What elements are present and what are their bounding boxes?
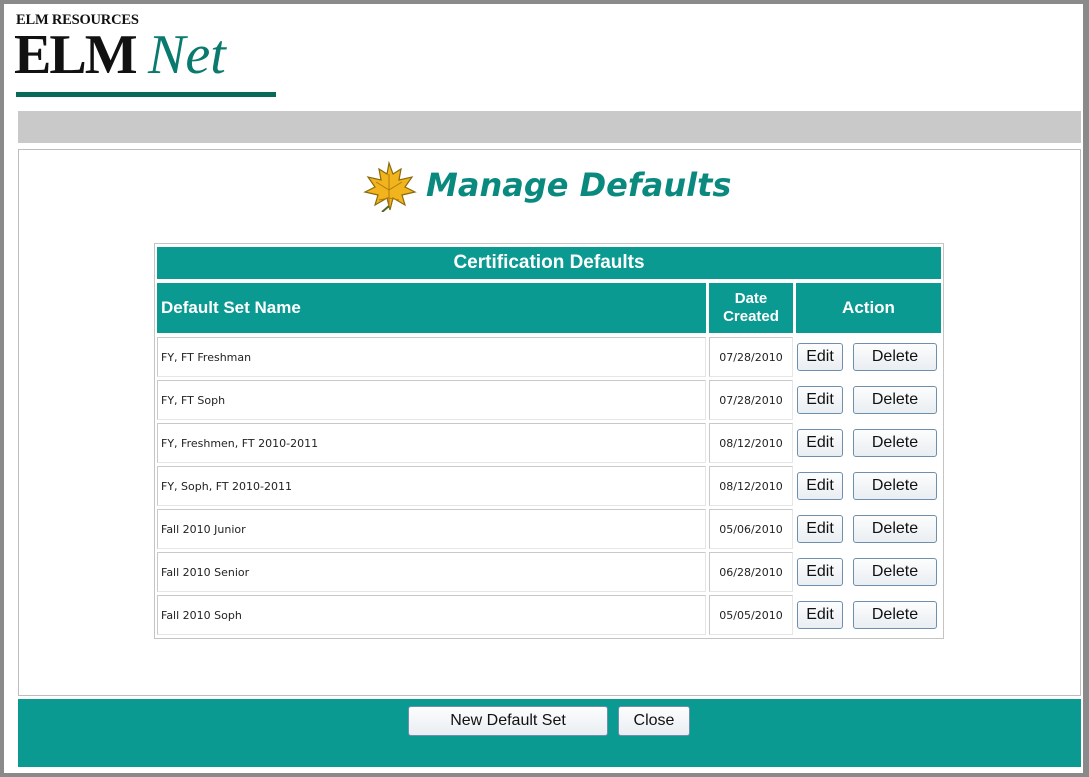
date-created: 07/28/2010 (709, 337, 793, 377)
edit-button[interactable]: Edit (797, 472, 843, 500)
delete-button[interactable]: Delete (853, 558, 937, 586)
default-set-name: FY, FT Soph (157, 380, 706, 420)
edit-button[interactable]: Edit (797, 558, 843, 586)
page-heading: Manage Defaults (360, 160, 760, 216)
default-set-name: FY, FT Freshman (157, 337, 706, 377)
date-created: 05/06/2010 (709, 509, 793, 549)
default-set-name: FY, Freshmen, FT 2010-2011 (157, 423, 706, 463)
default-set-name: Fall 2010 Senior (157, 552, 706, 592)
action-cell: Edit Delete (796, 337, 941, 377)
delete-button[interactable]: Delete (853, 515, 937, 543)
maple-leaf-icon (363, 160, 417, 212)
default-set-name: FY, Soph, FT 2010-2011 (157, 466, 706, 506)
table-row: Fall 2010 Soph 05/05/2010 Edit Delete (157, 595, 941, 635)
table-row: FY, FT Soph 07/28/2010 Edit Delete (157, 380, 941, 420)
table-row: Fall 2010 Junior 05/06/2010 Edit Delete (157, 509, 941, 549)
new-default-set-button[interactable]: New Default Set (408, 706, 608, 736)
delete-button[interactable]: Delete (853, 429, 937, 457)
table-row: FY, Freshmen, FT 2010-2011 08/12/2010 Ed… (157, 423, 941, 463)
edit-button[interactable]: Edit (797, 429, 843, 457)
default-set-name: Fall 2010 Junior (157, 509, 706, 549)
logo-underline (16, 92, 276, 97)
action-cell: Edit Delete (796, 466, 941, 506)
column-header-action: Action (796, 283, 941, 333)
date-created: 07/28/2010 (709, 380, 793, 420)
logo-main-text: ELM (14, 24, 138, 86)
date-created: 06/28/2010 (709, 552, 793, 592)
table-caption: Certification Defaults (157, 247, 941, 279)
logo-accent-text: Net (148, 24, 226, 86)
nav-bar (18, 111, 1081, 143)
action-cell: Edit Delete (796, 423, 941, 463)
edit-button[interactable]: Edit (797, 601, 843, 629)
elmnet-logo: ELM RESOURCES ELM Net (14, 10, 282, 102)
table-row: Fall 2010 Senior 06/28/2010 Edit Delete (157, 552, 941, 592)
action-cell: Edit Delete (796, 380, 941, 420)
table-row: FY, FT Freshman 07/28/2010 Edit Delete (157, 337, 941, 377)
column-header-date: Date Created (709, 283, 793, 333)
date-created: 08/12/2010 (709, 466, 793, 506)
action-cell: Edit Delete (796, 552, 941, 592)
delete-button[interactable]: Delete (853, 343, 937, 371)
edit-button[interactable]: Edit (797, 386, 843, 414)
date-created: 08/12/2010 (709, 423, 793, 463)
close-button[interactable]: Close (618, 706, 690, 736)
default-set-name: Fall 2010 Soph (157, 595, 706, 635)
table-row: FY, Soph, FT 2010-2011 08/12/2010 Edit D… (157, 466, 941, 506)
delete-button[interactable]: Delete (853, 386, 937, 414)
date-created: 05/05/2010 (709, 595, 793, 635)
delete-button[interactable]: Delete (853, 472, 937, 500)
column-header-name: Default Set Name (157, 283, 706, 333)
page-title: Manage Defaults (426, 166, 732, 204)
action-cell: Edit Delete (796, 595, 941, 635)
action-cell: Edit Delete (796, 509, 941, 549)
delete-button[interactable]: Delete (853, 601, 937, 629)
edit-button[interactable]: Edit (797, 343, 843, 371)
edit-button[interactable]: Edit (797, 515, 843, 543)
